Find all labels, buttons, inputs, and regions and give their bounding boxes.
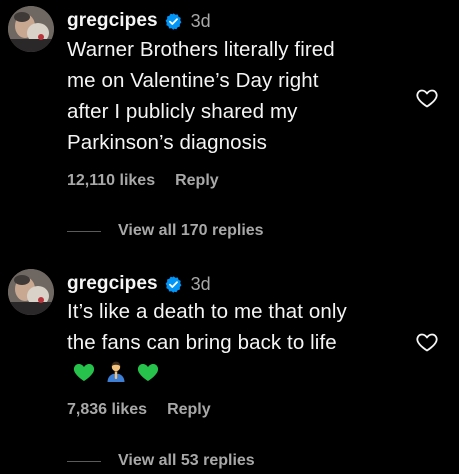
view-replies-label: View all 170 replies — [118, 222, 264, 239]
username-row: gregcipes 3d — [67, 9, 211, 33]
verified-badge-icon — [165, 275, 182, 293]
person-praying-icon — [107, 361, 125, 382]
timestamp: 3d — [190, 10, 211, 31]
timestamp: 3d — [190, 273, 211, 294]
reply-button[interactable]: Reply — [167, 401, 211, 419]
view-replies-label: View all 53 replies — [118, 452, 255, 469]
green-heart-icon — [73, 364, 95, 381]
avatar-image — [8, 269, 54, 315]
comment-text: It’s like a death to me that only the fa… — [67, 300, 347, 354]
heart-outline-icon[interactable] — [415, 86, 439, 110]
username-row: gregcipes 3d — [67, 272, 211, 296]
reply-button[interactable]: Reply — [175, 172, 219, 190]
comment-text: Warner Brothers literally fired me on Va… — [67, 38, 335, 154]
green-heart-icon — [137, 364, 159, 381]
divider-line — [67, 460, 101, 462]
verified-badge-icon — [165, 12, 182, 30]
username[interactable]: gregcipes — [67, 273, 158, 295]
avatar[interactable] — [8, 6, 54, 52]
comment-meta: 7,836 likes Reply — [67, 400, 211, 420]
view-replies-button[interactable]: View all 170 replies — [67, 221, 264, 241]
likes-count[interactable]: 12,110 likes — [67, 172, 155, 190]
divider-line — [67, 230, 101, 232]
likes-count[interactable]: 7,836 likes — [67, 401, 147, 419]
view-replies-button[interactable]: View all 53 replies — [67, 451, 255, 471]
avatar[interactable] — [8, 269, 54, 315]
username[interactable]: gregcipes — [67, 10, 158, 32]
comment-meta: 12,110 likes Reply — [67, 171, 219, 191]
emoji-row — [72, 360, 160, 384]
avatar-image — [8, 6, 54, 52]
heart-outline-icon[interactable] — [415, 330, 439, 354]
